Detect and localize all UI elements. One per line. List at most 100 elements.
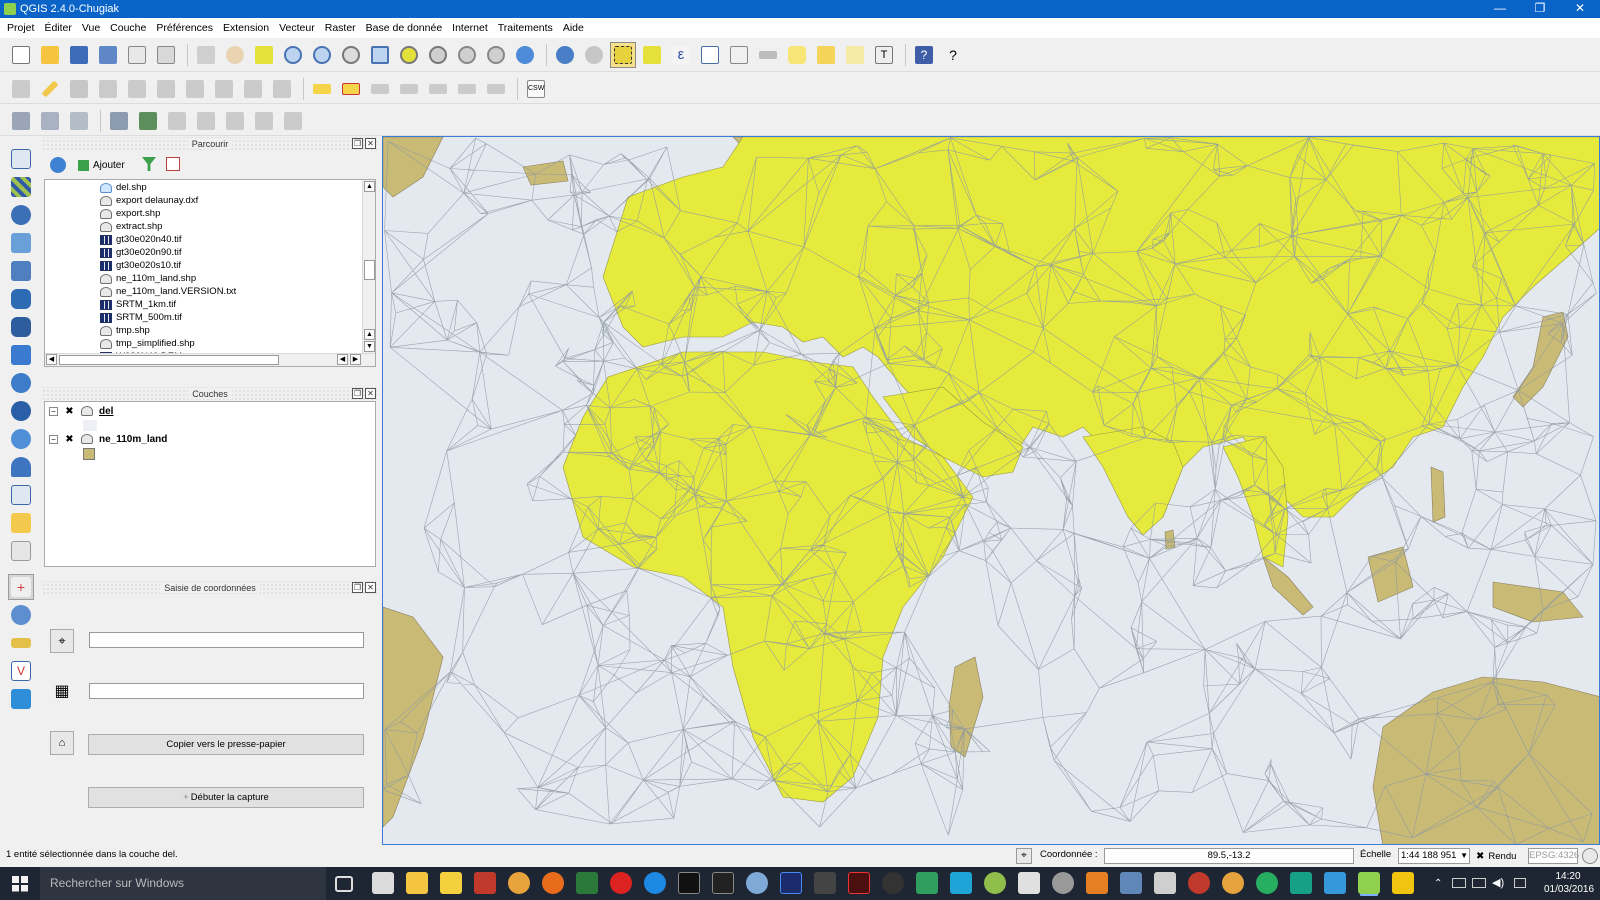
notepad-icon[interactable] [1018,872,1040,894]
pin-labels-button[interactable] [367,76,393,102]
identify-button[interactable] [552,42,578,68]
taskbar-search[interactable]: Rechercher sur Windows [40,867,326,900]
green-app-icon[interactable] [984,872,1006,894]
close-panel-button[interactable]: ✕ [365,582,376,593]
zoom-to-selection-button[interactable] [396,42,422,68]
run-action-button[interactable] [581,42,607,68]
globe-app-icon[interactable] [1256,872,1278,894]
new-temporary-layer-button[interactable] [8,538,34,564]
spatialite-toolbar-button[interactable] [8,108,34,134]
measure-line-button[interactable] [755,42,781,68]
add-wms-layer-button[interactable] [8,370,34,396]
coordinate-field[interactable]: 89.5,-13.2 [1104,848,1354,864]
layer-labeling-button[interactable] [309,76,335,102]
close-button[interactable]: ✕ [1560,0,1600,18]
scroll-thumb[interactable] [364,260,375,280]
csw-button[interactable]: CSW [523,76,549,102]
printer-app-icon[interactable] [1154,872,1176,894]
vector-tool-3-button[interactable] [164,108,190,134]
taskbar-clock[interactable]: 14:20 01/03/2016 [1544,870,1594,896]
add-vector-layer-button[interactable] [8,146,34,172]
menu-vecteur[interactable]: Vecteur [274,22,320,34]
map-tips-button[interactable] [784,42,810,68]
tray-network-icon[interactable] [1472,878,1486,888]
zoom-in-button[interactable] [280,42,306,68]
red-app-icon[interactable] [1188,872,1210,894]
processing-toolbox-button[interactable] [8,686,34,712]
georeferencer-button[interactable] [8,630,34,656]
layers-tree[interactable]: − ✖ del − ✖ ne_110m_land [44,401,376,567]
filezilla-icon[interactable] [474,872,496,894]
browser-file-item[interactable]: tmp.shp [100,324,150,337]
cut-features-button[interactable] [211,76,237,102]
command-prompt-icon[interactable] [712,872,734,894]
help-contents-button[interactable]: ? [911,42,937,68]
menu-projet[interactable]: Projet [2,22,39,34]
menu-vue[interactable]: Vue [77,22,105,34]
scroll-left-arrow-icon[interactable]: ◀ [337,354,348,365]
scroll-left-arrow-icon[interactable]: ◀ [46,354,57,365]
minimize-button[interactable]: — [1480,0,1520,18]
add-mssql-layer-button[interactable] [8,258,34,284]
select-by-expression-button[interactable]: ε [668,42,694,68]
paint-app-icon[interactable] [1324,872,1346,894]
db-manager-toolbar-button[interactable] [66,108,92,134]
function-editor-button[interactable]: V [8,658,34,684]
browser-file-item[interactable]: export delaunay.dxf [100,194,198,207]
zoom-to-layer-button[interactable] [425,42,451,68]
messages-icon[interactable] [1582,848,1598,864]
save-project-button[interactable] [66,42,92,68]
inkscape-icon[interactable] [882,872,904,894]
pan-to-selection-button[interactable] [251,42,277,68]
layer-diagram-button[interactable] [338,76,364,102]
scroll-up-arrow-icon[interactable]: ▲ [364,181,375,192]
menu-editer[interactable]: Éditer [39,22,76,34]
float-panel-button[interactable]: ❐ [352,388,363,399]
browser-file-item[interactable]: ne_110m_land.VERSION.txt [100,285,236,298]
render-checkbox[interactable]: ✖ [1476,851,1484,862]
add-layer-button[interactable]: Ajouter [78,157,125,173]
file-explorer-icon[interactable] [406,872,428,894]
browser-file-item[interactable]: del.shp [100,181,147,194]
sticky-notes-icon[interactable] [1392,872,1414,894]
start-capture-button[interactable]: + Débuter la capture [88,787,364,808]
refresh-browser-icon[interactable] [50,157,66,173]
new-print-composer-button[interactable] [124,42,150,68]
menu-internet[interactable]: Internet [447,22,493,34]
crs-status-button[interactable]: EPSG:4326 [1528,848,1579,864]
open-project-button[interactable] [37,42,63,68]
user-crs-coordinate-field[interactable] [89,683,364,699]
zoom-out-button[interactable] [309,42,335,68]
add-feature-button[interactable] [95,76,121,102]
show-bookmarks-button[interactable] [842,42,868,68]
calculator-app-icon[interactable] [372,872,394,894]
layer-name[interactable]: ne_110m_land [99,434,167,445]
new-spatialite-layer-button[interactable] [8,510,34,536]
copy-to-clipboard-button[interactable]: Copier vers le presse-papier [88,734,364,755]
browser-file-item[interactable]: gt30e020n90.tif [100,246,182,259]
gps-tools-button[interactable] [8,602,34,628]
add-wfs-layer-button[interactable] [8,426,34,452]
browser-horizontal-scrollbar[interactable]: ◀ ◀ ▶ [45,353,375,366]
touch-zoom-button[interactable] [193,42,219,68]
add-postgis-layer-button[interactable] [8,202,34,228]
deselect-all-button[interactable] [639,42,665,68]
terminal-icon[interactable] [678,872,700,894]
attribute-table-button[interactable] [697,42,723,68]
user-crs-button[interactable]: ▦ [50,679,74,703]
browser-file-item[interactable]: SRTM_500m.tif [100,311,182,324]
browser-file-item[interactable]: extract.shp [100,220,162,233]
vector-tool-2-button[interactable] [135,108,161,134]
feather-app-icon[interactable] [1120,872,1142,894]
add-raster-layer-button[interactable] [8,174,34,200]
winscp-icon[interactable] [440,872,462,894]
change-label-button[interactable] [483,76,509,102]
xampp-icon[interactable] [1086,872,1108,894]
tray-volume-icon[interactable]: ◀) [1492,876,1504,889]
browser-file-item[interactable]: SRTM_1km.tif [100,298,176,311]
layer-row-del[interactable]: − ✖ del [49,404,113,418]
refresh-button[interactable] [512,42,538,68]
select-features-button[interactable] [610,42,636,68]
menu-extension[interactable]: Extension [218,22,274,34]
show-hide-labels-button[interactable] [396,76,422,102]
